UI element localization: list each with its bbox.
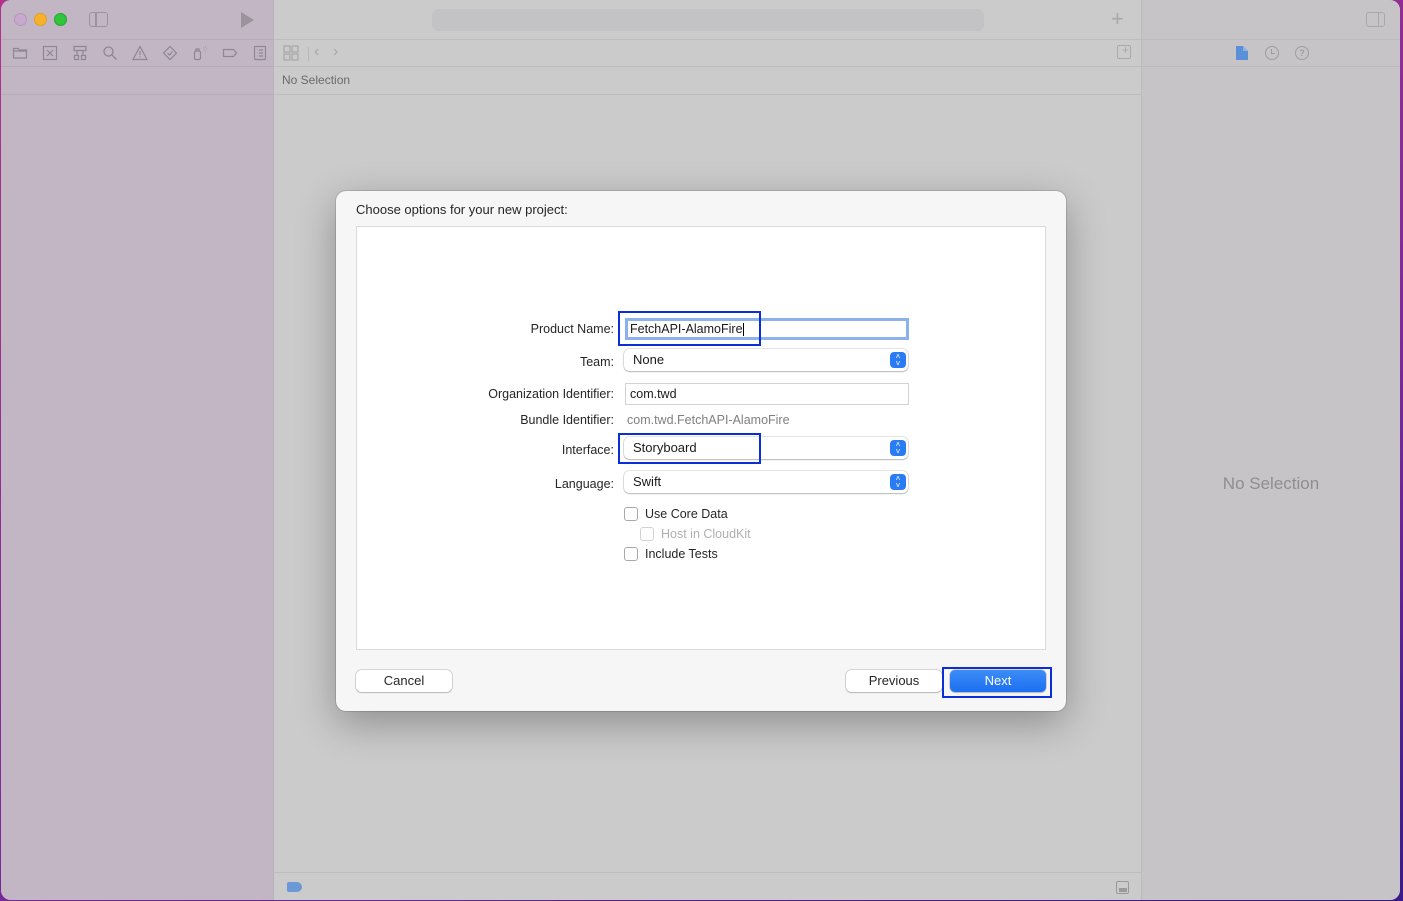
folder-icon[interactable] xyxy=(11,44,29,62)
debug-icon[interactable] xyxy=(191,44,209,62)
inspector-toolbar: ? xyxy=(1142,39,1400,67)
activity-viewer xyxy=(432,9,984,31)
inspector-empty-text: No Selection xyxy=(1222,474,1320,493)
bundle-identifier-row: Bundle Identifier: com.twd.FetchAPI-Alam… xyxy=(357,409,1045,431)
search-icon[interactable] xyxy=(101,44,119,62)
next-button[interactable]: Next xyxy=(950,670,1046,692)
interface-label: Interface: xyxy=(561,443,614,457)
toolbar-divider xyxy=(308,47,309,61)
add-editor-icon[interactable] xyxy=(1117,43,1131,59)
warning-icon[interactable] xyxy=(131,44,149,62)
text-caret xyxy=(742,323,744,337)
product-name-row: Product Name: FetchAPI-AlamoFire xyxy=(357,318,1045,340)
navigator-filter-row xyxy=(1,67,273,95)
chevron-up-down-icon: ˄ ˅ xyxy=(890,352,906,368)
options-panel: Product Name: FetchAPI-AlamoFire Team: N… xyxy=(356,226,1046,650)
inspector-panel: ? No Selection xyxy=(1141,0,1400,900)
organization-identifier-row: Organization Identifier: com.twd xyxy=(357,383,1045,405)
organization-identifier-field[interactable]: com.twd xyxy=(625,383,909,405)
product-name-value: FetchAPI-AlamoFire xyxy=(630,322,743,336)
product-name-label: Product Name: xyxy=(530,322,614,336)
use-core-data-checkbox[interactable] xyxy=(624,507,638,521)
navigator-sidebar xyxy=(1,0,274,900)
related-items-icon[interactable] xyxy=(283,45,299,66)
navigator-toolbar xyxy=(1,39,273,67)
close-window-button[interactable] xyxy=(14,13,27,26)
minimize-window-button[interactable] xyxy=(34,13,47,26)
toggle-inspector-icon[interactable] xyxy=(1366,12,1385,27)
chevron-up-down-icon: ˄ ˅ xyxy=(890,474,906,490)
interface-popup[interactable]: Storyboard ˄ ˅ xyxy=(624,437,908,459)
cancel-button[interactable]: Cancel xyxy=(356,670,452,692)
bundle-identifier-value: com.twd.FetchAPI-AlamoFire xyxy=(627,413,790,427)
use-core-data-option[interactable]: Use Core Data xyxy=(624,506,728,522)
interface-value: Storyboard xyxy=(633,440,697,455)
inspector-titlebar xyxy=(1142,0,1400,39)
breakpoint-icon[interactable] xyxy=(221,44,239,62)
report-icon[interactable] xyxy=(251,44,269,62)
team-row: Team: None ˄ ˅ xyxy=(357,349,1045,371)
zoom-window-button[interactable] xyxy=(54,13,67,26)
language-value: Swift xyxy=(633,474,662,489)
file-inspector-icon[interactable] xyxy=(1236,46,1250,60)
use-core-data-label: Use Core Data xyxy=(645,507,728,521)
hierarchy-icon[interactable] xyxy=(71,44,89,62)
team-label: Team: xyxy=(579,355,614,369)
toggle-debug-area-icon[interactable] xyxy=(1116,881,1129,894)
run-icon[interactable] xyxy=(241,12,254,28)
language-row: Language: Swift ˄ ˅ xyxy=(357,471,1045,493)
navigator-titlebar xyxy=(1,0,273,39)
filter-icon[interactable] xyxy=(287,882,302,892)
include-tests-checkbox[interactable] xyxy=(624,547,638,561)
dialog-title: Choose options for your new project: xyxy=(356,202,568,217)
add-library-icon[interactable]: + xyxy=(1111,8,1124,30)
new-project-options-dialog: Choose options for your new project: Pro… xyxy=(336,191,1066,711)
forward-icon[interactable]: › xyxy=(333,43,338,61)
chevron-up-down-icon: ˄ ˅ xyxy=(890,440,906,456)
back-icon[interactable]: ‹ xyxy=(314,43,319,61)
product-name-field[interactable]: FetchAPI-AlamoFire xyxy=(625,318,909,340)
bundle-identifier-label: Bundle Identifier: xyxy=(520,413,614,427)
previous-button[interactable]: Previous xyxy=(846,670,942,692)
interface-row: Interface: Storyboard ˄ ˅ xyxy=(357,437,1045,459)
host-in-cloudkit-label: Host in CloudKit xyxy=(661,527,751,541)
include-tests-label: Include Tests xyxy=(645,547,718,561)
include-tests-option[interactable]: Include Tests xyxy=(624,546,718,562)
organization-identifier-label: Organization Identifier: xyxy=(488,387,614,401)
history-inspector-icon[interactable] xyxy=(1265,46,1279,60)
team-value: None xyxy=(633,352,665,367)
language-popup[interactable]: Swift ˄ ˅ xyxy=(624,471,908,493)
toggle-navigator-icon[interactable] xyxy=(89,12,108,27)
editor-titlebar: + xyxy=(274,0,1141,39)
test-icon[interactable] xyxy=(161,44,179,62)
debug-bar xyxy=(274,872,1141,900)
editor-toolbar: ‹ › xyxy=(274,39,1141,67)
host-in-cloudkit-option: Host in CloudKit xyxy=(640,526,751,542)
language-label: Language: xyxy=(554,477,614,491)
host-in-cloudkit-checkbox xyxy=(640,527,654,541)
jump-bar: No Selection xyxy=(274,67,1141,95)
source-control-icon[interactable] xyxy=(41,44,59,62)
help-inspector-icon[interactable]: ? xyxy=(1295,46,1309,60)
team-popup[interactable]: None ˄ ˅ xyxy=(624,349,908,371)
